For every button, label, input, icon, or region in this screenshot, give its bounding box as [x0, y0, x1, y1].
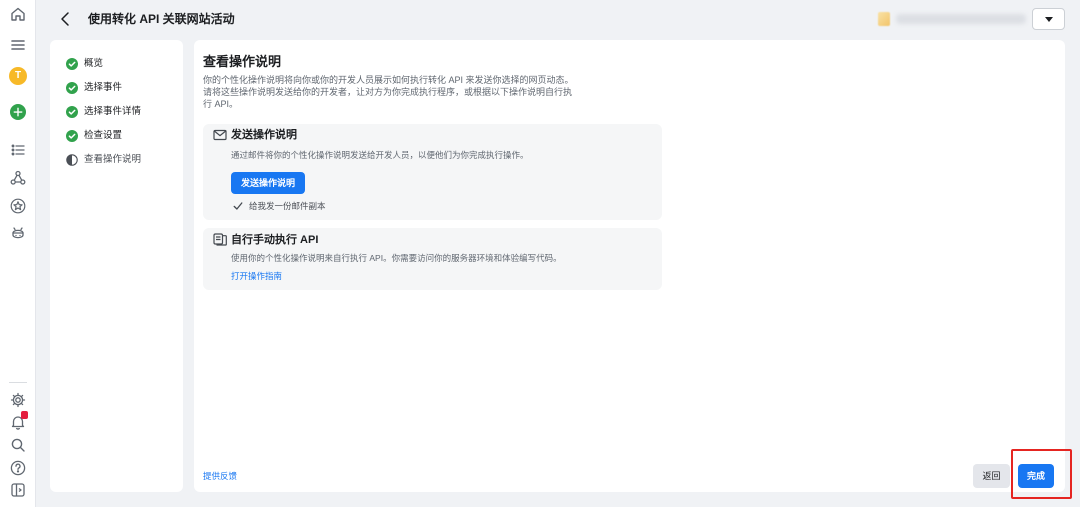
step-label: 选择事件详情 — [84, 106, 142, 117]
steps-panel: 概览 选择事件 选择事件详情 检查设置 查看操作说明 — [50, 40, 183, 492]
send-instructions-box: 发送操作说明 通过邮件将你的个性化操作说明发送给开发人员，以便他们为你完成执行操… — [203, 124, 662, 220]
star-circle-icon[interactable] — [9, 197, 27, 215]
step-label: 选择事件 — [84, 82, 123, 93]
gear-icon[interactable] — [9, 391, 27, 409]
account-name-redacted — [896, 14, 1026, 24]
account-selector[interactable] — [870, 8, 1065, 30]
email-copy-checkbox-label[interactable]: 给我发一份邮件副本 — [249, 200, 326, 212]
send-instructions-description: 通过邮件将你的个性化操作说明发送给开发人员，以便他们为你完成执行操作。 — [231, 150, 529, 160]
panel-toggle-icon[interactable] — [9, 481, 27, 499]
chevron-left-icon[interactable] — [58, 10, 72, 28]
feedback-link[interactable]: 提供反馈 — [203, 470, 237, 482]
step-item[interactable]: 选择事件详情 — [50, 105, 183, 119]
menu-icon[interactable] — [9, 36, 27, 54]
back-button[interactable]: 返回 — [973, 464, 1010, 488]
account-dropdown-button[interactable] — [1032, 8, 1065, 30]
section-title: 查看操作说明 — [203, 54, 282, 69]
list-icon[interactable] — [9, 141, 27, 159]
main-panel: 查看操作说明 你的个性化操作说明将向你或你的开发人员展示如何执行转化 API 来… — [194, 40, 1065, 492]
manual-setup-box: 自行手动执行 API 使用你的个性化操作说明来自行执行 API。你需要访问你的服… — [203, 228, 662, 290]
step-label: 概览 — [84, 58, 104, 69]
manual-setup-description: 使用你的个性化操作说明来自行执行 API。你需要访问你的服务器环境和体验编写代码… — [231, 253, 562, 263]
page-title: 使用转化 API 关联网站活动 — [88, 12, 235, 26]
step-item[interactable]: 检查设置 — [50, 129, 183, 143]
search-icon[interactable] — [9, 436, 27, 454]
account-thumbnail — [878, 12, 890, 26]
help-icon[interactable] — [9, 459, 27, 477]
network-icon[interactable] — [9, 169, 27, 187]
step-label: 检查设置 — [84, 130, 123, 141]
step-item-current[interactable]: 查看操作说明 — [50, 153, 183, 167]
notification-badge — [21, 411, 28, 419]
manual-setup-title: 自行手动执行 API — [231, 234, 319, 246]
left-rail: T — [0, 0, 36, 507]
send-instructions-button[interactable]: 发送操作说明 — [231, 172, 305, 194]
plus-circle-icon[interactable] — [10, 104, 26, 120]
check-circle-icon — [66, 106, 78, 118]
step-item[interactable]: 概览 — [50, 57, 183, 71]
send-instructions-title: 发送操作说明 — [231, 129, 297, 141]
avatar[interactable]: T — [9, 67, 27, 85]
done-button[interactable]: 完成 — [1018, 464, 1054, 488]
bug-icon[interactable] — [9, 225, 27, 243]
envelope-icon — [213, 129, 227, 141]
rail-divider — [9, 382, 27, 383]
caret-down-icon — [1045, 17, 1053, 22]
open-guide-link[interactable]: 打开操作指南 — [231, 270, 282, 282]
check-circle-icon — [66, 130, 78, 142]
check-circle-icon — [66, 82, 78, 94]
document-icon — [213, 233, 227, 246]
checkbox-check-icon[interactable] — [233, 201, 243, 211]
step-label: 查看操作说明 — [84, 154, 142, 165]
home-icon[interactable] — [9, 5, 27, 23]
check-circle-icon — [66, 58, 78, 70]
half-circle-icon — [66, 154, 78, 166]
section-description: 你的个性化操作说明将向你或你的开发人员展示如何执行转化 API 来发送你选择的网… — [203, 75, 574, 109]
step-item[interactable]: 选择事件 — [50, 81, 183, 95]
